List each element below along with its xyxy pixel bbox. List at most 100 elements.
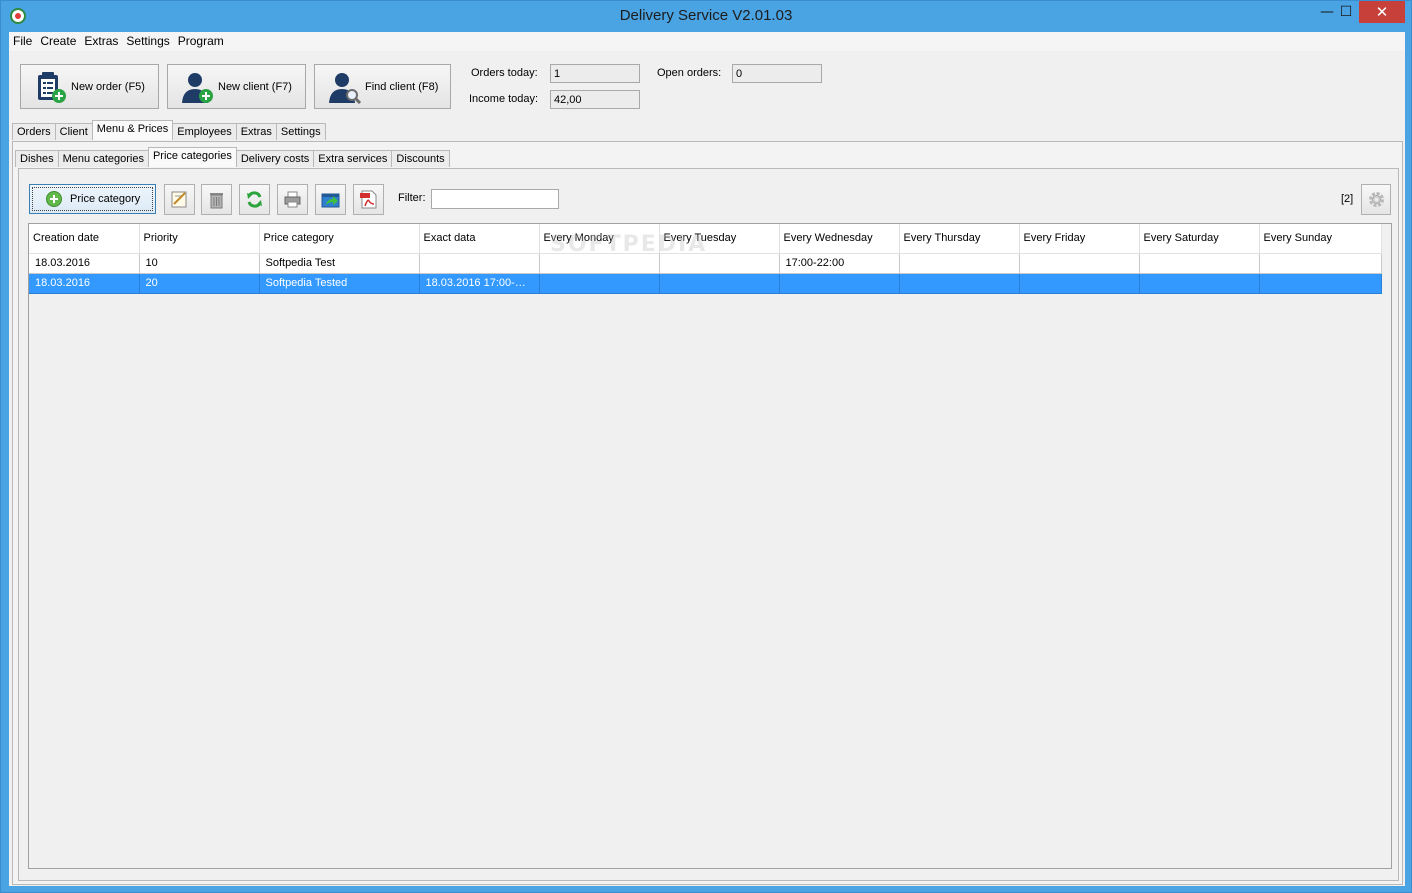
- menu-prices-panel: Dishes Menu categories Price categories …: [12, 141, 1403, 885]
- menu-create[interactable]: Create: [36, 32, 80, 48]
- column-header[interactable]: Every Friday: [1019, 224, 1140, 254]
- find-client-button[interactable]: Find client (F8): [314, 64, 451, 109]
- gear-icon: [1369, 192, 1384, 207]
- table-cell[interactable]: [899, 273, 1020, 294]
- price-categories-table[interactable]: Creation date Priority Price category Ex…: [28, 223, 1392, 869]
- table-cell[interactable]: 18.03.2016: [29, 273, 140, 294]
- table-cell[interactable]: [419, 253, 540, 274]
- export-button[interactable]: [315, 184, 346, 215]
- orders-today-label: Orders today:: [471, 67, 538, 79]
- column-header[interactable]: Every Thursday: [899, 224, 1020, 254]
- new-order-label: New order (F5): [71, 80, 145, 93]
- table-cell[interactable]: 18.03.2016: [29, 253, 140, 274]
- tab-settings[interactable]: Settings: [275, 123, 326, 140]
- tab-extras[interactable]: Extras: [235, 123, 277, 140]
- edit-icon: [171, 191, 187, 208]
- title-bar[interactable]: Delivery Service V2.01.03 — ☐ ✕: [1, 1, 1411, 32]
- income-today-label: Income today:: [469, 93, 539, 105]
- column-header[interactable]: Every Tuesday: [659, 224, 780, 254]
- table-header-row: Creation date Priority Price category Ex…: [29, 224, 1382, 254]
- subtab-price-categories[interactable]: Price categories: [147, 147, 237, 167]
- column-header[interactable]: Priority: [139, 224, 260, 254]
- menu-bar: File Create Extras Settings Program: [9, 32, 1405, 51]
- new-client-button[interactable]: New client (F7): [167, 64, 306, 109]
- column-header[interactable]: Every Sunday: [1259, 224, 1382, 254]
- trash-icon: [210, 193, 223, 209]
- find-client-icon: [327, 70, 362, 104]
- menu-extras[interactable]: Extras: [80, 32, 122, 48]
- delete-button[interactable]: [201, 184, 232, 215]
- new-order-button[interactable]: New order (F5): [20, 64, 159, 109]
- column-header[interactable]: Every Monday: [539, 224, 660, 254]
- menu-program[interactable]: Program: [174, 32, 228, 48]
- column-header[interactable]: Exact data: [419, 224, 540, 254]
- subtab-discounts[interactable]: Discounts: [391, 150, 450, 167]
- table-cell[interactable]: 20: [139, 273, 260, 294]
- table-cell[interactable]: [1259, 273, 1382, 294]
- tab-client[interactable]: Client: [54, 123, 93, 140]
- table-cell[interactable]: [659, 273, 780, 294]
- table-cell[interactable]: 17:00-22:00: [779, 253, 900, 274]
- table-cell[interactable]: [779, 273, 900, 294]
- table-cell[interactable]: [539, 273, 660, 294]
- column-header[interactable]: Every Wednesday: [779, 224, 900, 254]
- plus-circle-icon: [46, 191, 62, 207]
- table-cell[interactable]: [899, 253, 1020, 274]
- filter-label: Filter:: [398, 192, 426, 204]
- tab-orders[interactable]: Orders: [12, 123, 56, 140]
- main-tab-bar: Orders Client Menu & Prices Employees Ex…: [12, 120, 326, 140]
- refresh-button[interactable]: [239, 184, 270, 215]
- maximize-button[interactable]: ☐: [1332, 1, 1360, 23]
- table-cell[interactable]: [539, 253, 660, 274]
- edit-button[interactable]: [164, 184, 195, 215]
- price-categories-panel: Price category Filter: [2] Creation date…: [18, 168, 1399, 881]
- table-cell[interactable]: [1259, 253, 1382, 274]
- table-cell[interactable]: 18.03.2016 17:00-…: [419, 273, 540, 294]
- column-header[interactable]: Creation date: [29, 224, 140, 254]
- pdf-icon: [360, 190, 377, 209]
- subtab-extra-services[interactable]: Extra services: [313, 150, 393, 167]
- table-row[interactable]: 18.03.2016 10 Softpedia Test 17:00-22:00: [29, 253, 1382, 274]
- open-orders-label: Open orders:: [657, 67, 722, 79]
- subtab-dishes[interactable]: Dishes: [15, 150, 59, 167]
- sub-tab-bar: Dishes Menu categories Price categories …: [15, 147, 450, 167]
- table-cell[interactable]: [659, 253, 780, 274]
- table-cell[interactable]: Softpedia Tested: [259, 273, 420, 294]
- table-cell[interactable]: [1139, 253, 1260, 274]
- window-title: Delivery Service V2.01.03: [619, 7, 793, 24]
- settings-button[interactable]: [1361, 184, 1391, 215]
- print-button[interactable]: [277, 184, 308, 215]
- new-client-icon: [180, 70, 214, 104]
- record-count: [2]: [1341, 193, 1354, 205]
- table-cell[interactable]: [1019, 273, 1140, 294]
- menu-settings[interactable]: Settings: [122, 32, 173, 48]
- printer-icon: [284, 191, 301, 208]
- table-cell[interactable]: Softpedia Test: [259, 253, 420, 274]
- table-cell[interactable]: 10: [139, 253, 260, 274]
- app-window: Delivery Service V2.01.03 — ☐ ✕ File Crea…: [0, 0, 1412, 893]
- export-icon: [321, 193, 340, 208]
- client-area: File Create Extras Settings Program New …: [9, 32, 1405, 886]
- filter-input[interactable]: [431, 189, 559, 209]
- table-cell[interactable]: [1019, 253, 1140, 274]
- new-client-label: New client (F7): [218, 80, 292, 93]
- add-price-category-button[interactable]: Price category: [29, 184, 156, 214]
- table-row-selected[interactable]: 18.03.2016 20 Softpedia Tested 18.03.201…: [29, 273, 1382, 294]
- income-today-field[interactable]: 42,00: [550, 90, 640, 109]
- table-cell[interactable]: [1139, 273, 1260, 294]
- pdf-button[interactable]: [353, 184, 384, 215]
- subtab-menu-categories[interactable]: Menu categories: [57, 150, 149, 167]
- close-button[interactable]: ✕: [1359, 1, 1405, 23]
- orders-today-field[interactable]: 1: [550, 64, 640, 83]
- tab-employees[interactable]: Employees: [172, 123, 237, 140]
- subtab-delivery-costs[interactable]: Delivery costs: [235, 150, 315, 167]
- add-price-category-label: Price category: [70, 193, 141, 205]
- column-header[interactable]: Every Saturday: [1139, 224, 1260, 254]
- open-orders-field[interactable]: 0: [732, 64, 822, 83]
- refresh-icon: [247, 191, 262, 208]
- find-client-label: Find client (F8): [365, 80, 439, 93]
- tab-menu-prices[interactable]: Menu & Prices: [91, 120, 174, 140]
- menu-file[interactable]: File: [9, 32, 36, 48]
- new-order-icon: [33, 70, 67, 104]
- column-header[interactable]: Price category: [259, 224, 420, 254]
